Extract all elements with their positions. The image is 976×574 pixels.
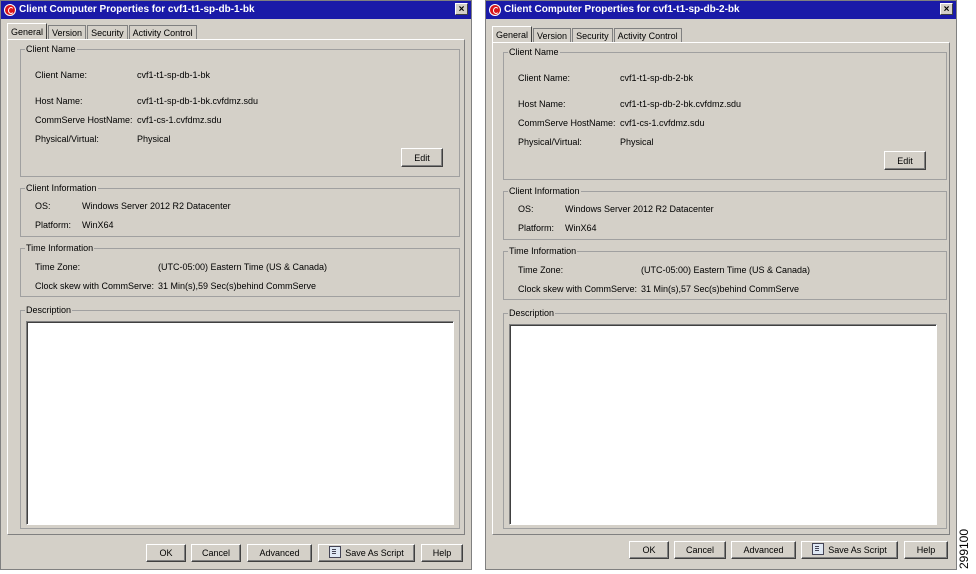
clock-skew-value: 31 Min(s),59 Sec(s)behind CommServe xyxy=(158,281,317,291)
time-zone-label: Time Zone: xyxy=(35,262,81,272)
close-button[interactable]: × xyxy=(455,3,468,15)
script-icon xyxy=(812,543,825,555)
save-as-script-label: Save As Script xyxy=(828,545,887,555)
time-information-group: Time Information Time Zone: (UTC-05:00) … xyxy=(20,243,460,297)
tab-version[interactable]: Version xyxy=(533,28,572,42)
group-legend: Description xyxy=(25,305,73,315)
dialog-title: Client Computer Properties for cvf1-t1-s… xyxy=(504,4,740,15)
platform-value: WinX64 xyxy=(565,223,597,233)
group-legend: Time Information xyxy=(25,243,95,253)
group-legend: Client Information xyxy=(508,186,581,196)
client-name-group: Client Name Client Name: cvf1-t1-sp-db-2… xyxy=(503,47,947,180)
client-information-group: Client Information OS: Windows Server 20… xyxy=(503,186,947,240)
advanced-button[interactable]: Advanced xyxy=(731,541,796,559)
edit-button[interactable]: Edit xyxy=(401,148,443,167)
tab-security[interactable]: Security xyxy=(572,28,613,42)
time-zone-value: (UTC-05:00) Eastern Time (US & Canada) xyxy=(641,265,811,275)
ok-button[interactable]: OK xyxy=(146,544,186,562)
dialog-title: Client Computer Properties for cvf1-t1-s… xyxy=(19,4,255,15)
client-properties-dialog-1: Client Computer Properties for cvf1-t1-s… xyxy=(0,0,472,570)
physical-virtual-value: Physical xyxy=(620,137,654,147)
client-name-label: Client Name: xyxy=(518,73,571,83)
tab-activity-control[interactable]: Activity Control xyxy=(613,28,682,42)
description-group: Description xyxy=(20,305,460,529)
advanced-button[interactable]: Advanced xyxy=(247,544,312,562)
host-name-label: Host Name: xyxy=(35,96,83,106)
client-information-group: Client Information OS: Windows Server 20… xyxy=(20,183,460,237)
tab-general[interactable]: General xyxy=(7,23,48,39)
tab-version[interactable]: Version xyxy=(48,25,87,39)
tab-general[interactable]: General xyxy=(492,26,533,42)
save-as-script-button[interactable]: Save As Script xyxy=(318,544,415,562)
tab-security[interactable]: Security xyxy=(87,25,128,39)
description-textarea[interactable] xyxy=(26,321,454,525)
general-tab-panel: Client Name Client Name: cvf1-t1-sp-db-2… xyxy=(492,42,950,535)
group-legend: Client Information xyxy=(25,183,98,193)
physical-virtual-label: Physical/Virtual: xyxy=(35,134,99,144)
close-button[interactable]: × xyxy=(940,3,953,15)
help-button[interactable]: Help xyxy=(421,544,463,562)
client-name-label: Client Name: xyxy=(35,70,88,80)
commvault-logo-icon xyxy=(4,4,16,16)
physical-virtual-label: Physical/Virtual: xyxy=(518,137,582,147)
os-value: Windows Server 2012 R2 Datacenter xyxy=(82,201,231,211)
edit-button[interactable]: Edit xyxy=(884,151,926,170)
client-properties-dialog-2: Client Computer Properties for cvf1-t1-s… xyxy=(485,0,957,570)
clock-skew-label: Clock skew with CommServe: xyxy=(35,281,155,291)
os-label: OS: xyxy=(518,204,534,214)
commvault-logo-icon xyxy=(489,4,501,16)
cancel-button[interactable]: Cancel xyxy=(674,541,726,559)
platform-label: Platform: xyxy=(35,220,72,230)
commserve-hostname-label: CommServe HostName: xyxy=(35,115,133,125)
save-as-script-label: Save As Script xyxy=(345,548,404,558)
ok-button[interactable]: OK xyxy=(629,541,669,559)
tab-activity-control[interactable]: Activity Control xyxy=(128,25,197,39)
group-legend: Client Name xyxy=(508,47,560,57)
time-zone-value: (UTC-05:00) Eastern Time (US & Canada) xyxy=(158,262,328,272)
host-name-value: cvf1-t1-sp-db-2-bk.cvfdmz.sdu xyxy=(620,99,742,109)
figure-id-text: 299100 xyxy=(957,528,971,570)
cancel-button[interactable]: Cancel xyxy=(191,544,241,562)
time-information-group: Time Information Time Zone: (UTC-05:00) … xyxy=(503,246,947,300)
platform-label: Platform: xyxy=(518,223,555,233)
client-name-group: Client Name Client Name: cvf1-t1-sp-db-1… xyxy=(20,44,460,177)
group-legend: Client Name xyxy=(25,44,77,54)
tab-strip: General Version Security Activity Contro… xyxy=(7,23,198,39)
physical-virtual-value: Physical xyxy=(137,134,171,144)
time-zone-label: Time Zone: xyxy=(518,265,564,275)
commserve-hostname-value: cvf1-cs-1.cvfdmz.sdu xyxy=(137,115,222,125)
description-textarea[interactable] xyxy=(509,324,937,525)
host-name-value: cvf1-t1-sp-db-1-bk.cvfdmz.sdu xyxy=(137,96,259,106)
save-as-script-button[interactable]: Save As Script xyxy=(801,541,898,559)
help-button[interactable]: Help xyxy=(904,541,948,559)
group-legend: Description xyxy=(508,308,556,318)
script-icon xyxy=(329,546,342,558)
clock-skew-value: 31 Min(s),57 Sec(s)behind CommServe xyxy=(641,284,800,294)
clock-skew-label: Clock skew with CommServe: xyxy=(518,284,638,294)
client-name-value: cvf1-t1-sp-db-1-bk xyxy=(137,70,211,80)
description-group: Description xyxy=(503,308,947,529)
host-name-label: Host Name: xyxy=(518,99,566,109)
commserve-hostname-value: cvf1-cs-1.cvfdmz.sdu xyxy=(620,118,705,128)
group-legend: Time Information xyxy=(508,246,578,256)
os-label: OS: xyxy=(35,201,51,211)
title-bar: Client Computer Properties for cvf1-t1-s… xyxy=(486,1,956,19)
commserve-hostname-label: CommServe HostName: xyxy=(518,118,616,128)
os-value: Windows Server 2012 R2 Datacenter xyxy=(565,204,714,214)
tab-strip: General Version Security Activity Contro… xyxy=(492,26,683,42)
general-tab-panel: Client Name Client Name: cvf1-t1-sp-db-1… xyxy=(7,39,465,535)
title-bar: Client Computer Properties for cvf1-t1-s… xyxy=(1,1,471,19)
client-name-value: cvf1-t1-sp-db-2-bk xyxy=(620,73,694,83)
platform-value: WinX64 xyxy=(82,220,114,230)
figure-id: 299100 xyxy=(955,526,973,572)
